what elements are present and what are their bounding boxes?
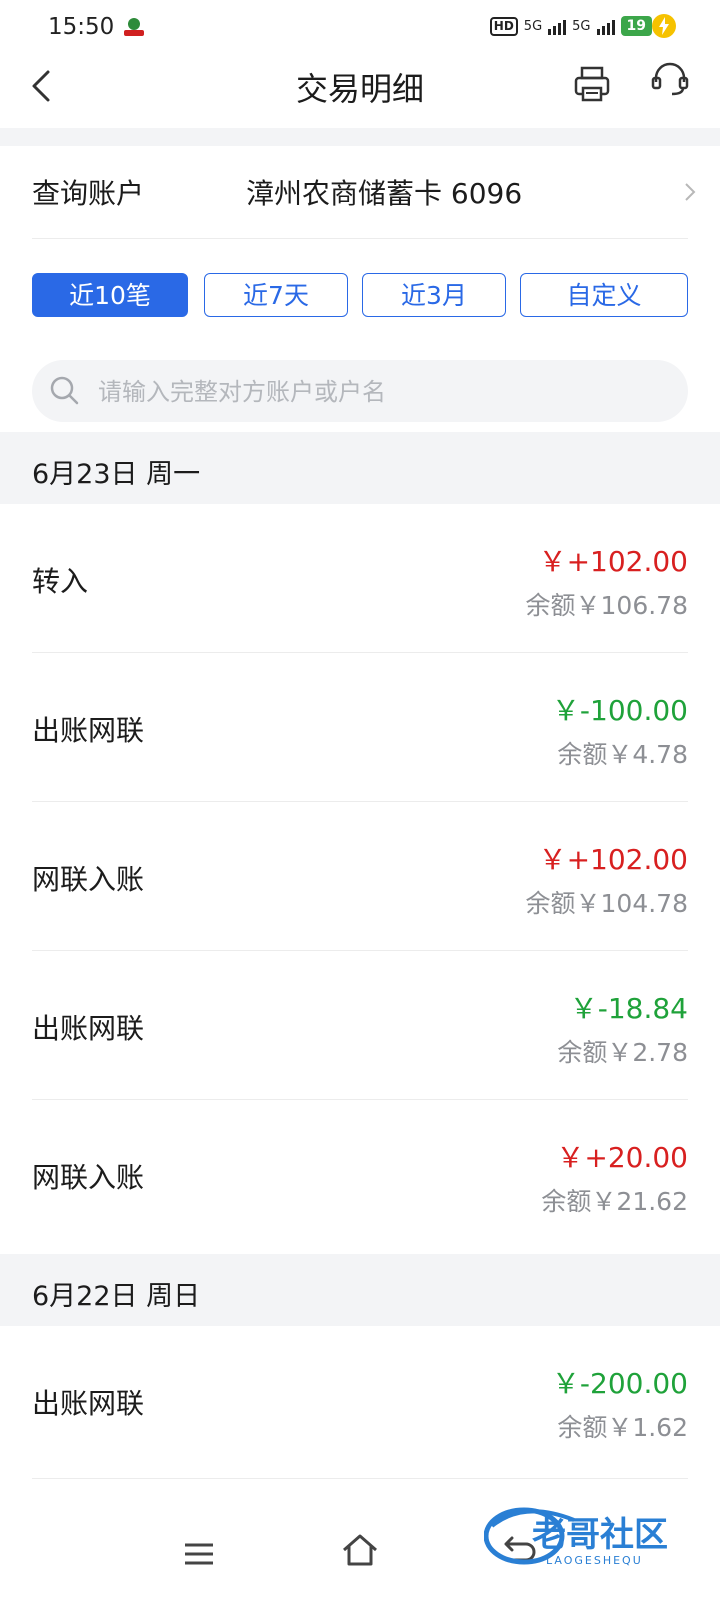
transaction-row[interactable]: 转入 ￥+102.00 余额￥106.78 — [0, 504, 720, 652]
battery-icon: 19 — [620, 16, 652, 36]
menu-icon[interactable] — [182, 1540, 216, 1568]
transaction-row[interactable]: 出账网联 ￥-18.84 余额￥2.78 — [0, 951, 720, 1099]
transaction-name: 网联入账 — [32, 1161, 145, 1194]
charging-icon — [652, 14, 676, 38]
home-icon[interactable] — [340, 1530, 380, 1570]
page-title: 交易明细 — [295, 70, 424, 108]
customer-service-icon[interactable] — [650, 60, 690, 100]
transaction-amount: ￥-18.84 — [569, 992, 688, 1025]
status-icons: HD 5G 5G 19 — [489, 16, 652, 36]
transaction-amount: ￥+102.00 — [538, 843, 688, 876]
transaction-amount: ￥-200.00 — [551, 1367, 688, 1400]
transaction-row[interactable]: 出账网联 ￥-100.00 余额￥4.78 — [0, 653, 720, 801]
transaction-row[interactable]: 网联入账 ￥+20.00 余额￥21.62 — [0, 1100, 720, 1248]
transaction-balance: 余额￥104.78 — [525, 889, 688, 918]
account-value[interactable]: 漳州农商储蓄卡 6096 — [246, 172, 522, 212]
account-label: 查询账户 — [32, 177, 145, 210]
status-time: 15:50 — [48, 14, 115, 40]
date-label: 6月23日 周一 — [32, 459, 201, 490]
date-header: 6月22日 周日 — [0, 1254, 720, 1326]
transaction-balance: 余额￥1.62 — [557, 1413, 688, 1442]
transaction-balance: 余额￥4.78 — [557, 740, 688, 769]
hd-icon: HD — [489, 16, 518, 36]
chevron-right-icon[interactable] — [680, 180, 700, 204]
transaction-amount: ￥+20.00 — [556, 1141, 688, 1174]
search-input[interactable] — [96, 360, 680, 424]
transaction-row[interactable]: 网联入账 ￥+102.00 余额￥104.78 — [0, 802, 720, 950]
print-icon[interactable] — [572, 64, 612, 104]
transaction-row[interactable]: 出账网联 ￥-200.00 余额￥1.62 — [0, 1326, 720, 1474]
status-bar: 15:50 HD 5G 5G 19 — [0, 0, 720, 56]
transaction-amount: ￥-100.00 — [551, 694, 688, 727]
search-icon — [50, 376, 79, 405]
filter-tab-3-months[interactable]: 近3月 — [362, 273, 506, 317]
filter-tab-custom[interactable]: 自定义 — [520, 273, 688, 317]
divider — [32, 1478, 688, 1479]
transaction-name: 出账网联 — [32, 714, 145, 747]
network-5g-label-2: 5G — [572, 18, 591, 34]
date-header: 6月23日 周一 — [0, 432, 720, 504]
transaction-name: 出账网联 — [32, 1012, 145, 1045]
signal-icon-2 — [596, 17, 615, 35]
watermark-subtext: LAOGESHEQU — [546, 1554, 643, 1567]
transaction-name: 出账网联 — [32, 1387, 145, 1420]
transaction-amount: ￥+102.00 — [538, 545, 688, 578]
watermark-logo: 老哥社区 LAOGESHEQU — [484, 1507, 668, 1567]
network-5g-label: 5G — [523, 18, 543, 34]
transaction-balance: 余额￥21.62 — [541, 1187, 688, 1216]
transaction-balance: 余额￥106.78 — [525, 591, 688, 620]
date-label: 6月22日 周日 — [32, 1281, 201, 1312]
filter-tab-7-days[interactable]: 近7天 — [204, 273, 348, 317]
signal-icon — [548, 17, 567, 35]
section-divider — [0, 128, 720, 146]
search-bar[interactable] — [32, 360, 688, 424]
divider — [32, 238, 688, 239]
watermark-text: 老哥社区 — [532, 1515, 668, 1555]
transaction-balance: 余额￥2.78 — [557, 1038, 688, 1067]
transaction-name: 网联入账 — [32, 863, 145, 896]
transaction-name: 转入 — [32, 565, 89, 598]
filter-tab-last-10[interactable]: 近10笔 — [32, 273, 188, 317]
bank-app-icon — [124, 18, 144, 36]
